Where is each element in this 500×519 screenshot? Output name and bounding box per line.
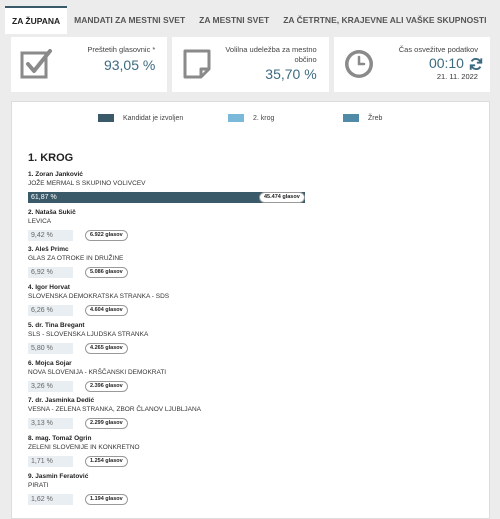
vote-share-bar: 9,42 % <box>28 229 73 241</box>
round-title: 1. KROG <box>28 152 74 164</box>
candidate-row: 3. Aleš Primc GLAS ZA OTROKE IN DRUŽINE 6,… <box>28 246 488 284</box>
candidate-name: 2. Nataša Sukič <box>28 208 76 216</box>
tab-local-communities[interactable]: ZA ČETRTNE, KRAJEVNE ALI VAŠKE SKUPNOSTI <box>276 6 493 34</box>
vote-count-badge: 4.604 glasov <box>85 305 128 317</box>
vote-count-badge: 2.299 glasov <box>85 418 128 430</box>
candidate-party: SLS - SLOVENSKA LJUDSKA STRANKA <box>28 330 149 338</box>
vote-share-percent: 9,42 % <box>31 231 53 239</box>
candidate-party: VESNA - ZELENA STRANKA, ZBOR ČLANOV LJUB… <box>28 406 202 414</box>
candidate-name: 5. dr. Tina Bregant <box>28 321 85 329</box>
vote-count-badge: 4.265 glasov <box>85 342 128 354</box>
vote-share-percent: 5,80 % <box>31 344 53 352</box>
turnout-value: 35,70 % <box>265 66 317 82</box>
vote-count-badge: 45.474 glasov <box>259 192 305 203</box>
processed-label: Preštetih glasovnic * <box>87 45 156 54</box>
candidate-name: 9. Jasmin Feratović <box>28 472 89 480</box>
candidate-row: 5. dr. Tina Bregant SLS - SLOVENSKA LJUDS… <box>28 322 488 360</box>
legend-label: Kandidat je izvoljen <box>123 114 184 122</box>
vote-count-badge: 1.194 glasov <box>85 493 128 505</box>
turnout-label-line1: Volilna udeležba za mestno <box>225 45 317 54</box>
candidate-name: 8. mag. Tomaž Ogrin <box>28 434 92 442</box>
candidate-party: LEVICA <box>28 217 52 225</box>
legend-item-draw: Žreb <box>343 114 382 122</box>
legend: Kandidat je izvoljen 2. krog Žreb <box>12 114 489 126</box>
vote-share-percent: 6,92 % <box>31 269 53 277</box>
candidate-name: 3. Aleš Primc <box>28 246 69 254</box>
refresh-time-card: Čas osvežitve podatkov 00:10 21. 11. 202… <box>333 37 490 92</box>
tab-bar: ZA ŽUPANA MANDATI ZA MESTNI SVET ZA MEST… <box>5 6 493 34</box>
turnout-label-line2: občino <box>294 55 317 64</box>
candidate-row: 6. Mojca Sojar NOVA SLOVENIJA - KRŠČANSKI… <box>28 360 488 398</box>
refresh-icon[interactable] <box>469 57 483 71</box>
candidate-party: ZELENI SLOVENIJE IN KONKRETNO <box>28 443 140 451</box>
candidate-party: PIRATI <box>28 481 49 489</box>
processed-value: 93,05 % <box>103 57 156 73</box>
legend-swatch <box>228 114 244 122</box>
vote-share-percent: 61,87 % <box>31 194 57 201</box>
candidate-row: 1. Zoran Janković JOŽE MERMAL S SKUPINO V… <box>28 171 488 209</box>
legend-swatch <box>343 114 359 122</box>
vote-share-percent: 1,62 % <box>31 495 53 503</box>
vote-count-badge: 5.086 glasov <box>85 267 128 279</box>
candidate-name: 7. dr. Jasminka Dedić <box>28 397 95 405</box>
processed-ballots-card: Preštetih glasovnic * 93,05 % <box>11 37 168 92</box>
candidate-party: NOVA SLOVENIJA - KRŠČANSKI DEMOKRATI <box>28 368 167 376</box>
vote-share-bar: 3,13 % <box>28 418 73 430</box>
candidate-row: 7. dr. Jasminka Dedić VESNA - ZELENA STRA… <box>28 397 488 435</box>
vote-share-percent: 3,26 % <box>31 382 53 390</box>
legend-label: Žreb <box>368 114 383 122</box>
turnout-label: Volilna udeležba za mestno občino <box>225 45 316 65</box>
vote-count-badge: 1.254 glasov <box>85 455 128 467</box>
legend-item-second-round: 2. krog <box>228 114 274 122</box>
checkbox-icon <box>20 49 52 79</box>
refresh-time-value: 00:10 <box>428 55 464 71</box>
candidate-party: GLAS ZA OTROKE IN DRUŽINE <box>28 255 124 263</box>
turnout-card: Volilna udeležba za mestno občino 35,70 … <box>172 37 329 92</box>
candidate-row: 4. Igor Horvat SLOVENSKA DEMOKRATSKA STRA… <box>28 284 488 322</box>
legend-item-elected: Kandidat je izvoljen <box>98 114 183 122</box>
document-icon <box>183 49 211 79</box>
vote-share-percent: 3,13 % <box>31 420 53 428</box>
vote-share-bar: 6,26 % <box>28 305 73 317</box>
candidate-name: 4. Igor Horvat <box>28 284 70 292</box>
candidate-party: SLOVENSKA DEMOKRATSKA STRANKA - SDS <box>28 293 170 301</box>
vote-share-bar: 5,80 % <box>28 342 73 354</box>
results-panel: Kandidat je izvoljen 2. krog Žreb 1. KRO… <box>11 101 490 519</box>
stat-cards: Preštetih glasovnic * 93,05 % Volilna ud… <box>11 37 490 92</box>
candidate-row: 2. Nataša Sukič LEVICA 9,42 % 6.922 glasov <box>28 209 488 247</box>
vote-share-bar: 3,26 % <box>28 380 73 392</box>
refresh-date: 21. 11. 2022 <box>436 72 478 81</box>
candidate-name: 1. Zoran Janković <box>28 171 83 178</box>
clock-icon <box>344 50 373 78</box>
tab-mayor[interactable]: ZA ŽUPANA <box>5 6 68 34</box>
vote-share-bar: 1,71 % <box>28 455 73 467</box>
candidate-row: 9. Jasmin Feratović PIRATI 1,62 % 1.194 gla… <box>28 473 488 511</box>
legend-label: 2. krog <box>253 114 275 122</box>
refresh-label: Čas osvežitve podatkov <box>398 45 478 54</box>
vote-share-bar: 1,62 % <box>28 493 73 505</box>
candidate-party: JOŽE MERMAL S SKUPINO VOLIVCEV <box>28 180 146 187</box>
tab-council-mandates[interactable]: MANDATI ZA MESTNI SVET <box>67 6 192 34</box>
tab-city-council[interactable]: ZA MESTNI SVET <box>192 6 276 34</box>
vote-share-percent: 1,71 % <box>31 457 53 465</box>
candidate-name: 6. Mojca Sojar <box>28 359 72 367</box>
vote-share-percent: 6,26 % <box>31 307 53 315</box>
legend-swatch <box>98 114 114 122</box>
vote-count-badge: 6.922 glasov <box>85 229 128 241</box>
vote-count-badge: 2.396 glasov <box>85 380 128 392</box>
vote-share-bar: 6,92 % <box>28 267 73 279</box>
candidate-row: 8. mag. Tomaž Ogrin ZELENI SLOVENIJE IN K… <box>28 435 488 473</box>
